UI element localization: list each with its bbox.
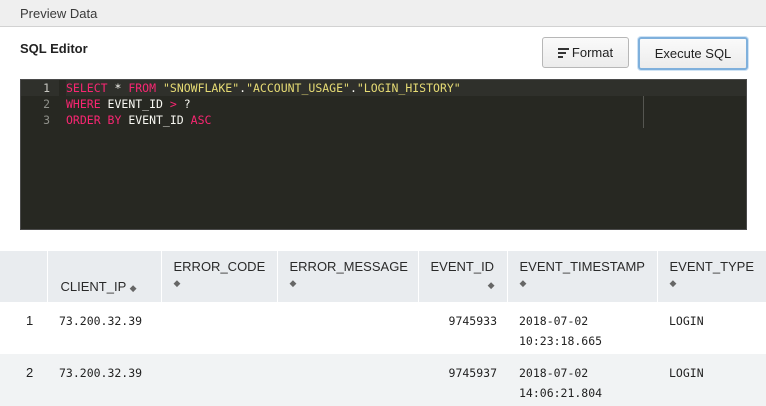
code-star: * bbox=[107, 81, 129, 95]
format-button-label: Format bbox=[571, 45, 614, 60]
operator-gt: > bbox=[169, 97, 177, 111]
sort-icon[interactable]: ◆ bbox=[670, 278, 677, 288]
timestamp-time: 10:23:18.665 bbox=[519, 334, 603, 348]
keyword-order-by: ORDER BY bbox=[66, 113, 122, 127]
code-param: ? bbox=[176, 97, 191, 111]
cell-error-message bbox=[277, 354, 418, 406]
format-button[interactable]: Format bbox=[542, 37, 629, 68]
code-line: ORDER BY EVENT_ID ASC bbox=[66, 112, 746, 128]
line-number-gutter: 1 2 3 bbox=[21, 80, 59, 229]
tab-preview-data[interactable]: Preview Data bbox=[0, 0, 766, 27]
cell-event-type: LOGIN bbox=[657, 354, 766, 406]
timestamp-date: 2018-07-02 bbox=[519, 314, 589, 328]
cell-client-ip: 73.200.32.39 bbox=[59, 314, 143, 328]
header-label: EVENT_TYPE bbox=[669, 259, 755, 274]
results-table: CLIENT_IP ◆ ERROR_CODE ◆ ERROR_MESSAGE ◆… bbox=[0, 251, 766, 406]
line-number: 2 bbox=[43, 97, 50, 111]
cell-event-type: LOGIN bbox=[669, 314, 704, 328]
string-table: "LOGIN_HISTORY" bbox=[356, 81, 461, 95]
tab-preview-data-label: Preview Data bbox=[20, 6, 98, 21]
header-error-code[interactable]: ERROR_CODE ◆ bbox=[161, 251, 278, 302]
header-event-id[interactable]: EVENT_ID ◆ bbox=[418, 251, 508, 302]
string-schema: "ACCOUNT_USAGE" bbox=[246, 81, 350, 95]
code-area[interactable]: SELECT * FROM "SNOWFLAKE"."ACCOUNT_USAGE… bbox=[66, 80, 746, 128]
header-label: EVENT_ID bbox=[430, 259, 495, 274]
row-number: 1 bbox=[26, 313, 34, 328]
code-column: EVENT_ID bbox=[100, 97, 170, 111]
cell-error-code bbox=[161, 302, 277, 354]
code-line: SELECT * FROM "SNOWFLAKE"."ACCOUNT_USAGE… bbox=[66, 80, 746, 96]
header-row-number bbox=[0, 251, 48, 302]
code-line: WHERE EVENT_ID > ? bbox=[66, 96, 746, 112]
execute-sql-label: Execute SQL bbox=[654, 46, 732, 61]
cell-error-message bbox=[277, 302, 418, 354]
header-event-type[interactable]: EVENT_TYPE ◆ bbox=[657, 251, 766, 302]
sort-icon[interactable]: ◆ bbox=[130, 283, 137, 293]
sort-icon[interactable]: ◆ bbox=[488, 280, 495, 291]
cell-error-code bbox=[161, 354, 277, 406]
code-column: EVENT_ID bbox=[121, 113, 191, 127]
header-client-ip[interactable]: CLIENT_IP ◆ bbox=[47, 251, 162, 302]
header-event-timestamp[interactable]: EVENT_TIMESTAMP ◆ bbox=[507, 251, 658, 302]
sort-icon[interactable]: ◆ bbox=[290, 278, 297, 288]
keyword-select: SELECT bbox=[66, 81, 108, 95]
header-row: CLIENT_IP ◆ ERROR_CODE ◆ ERROR_MESSAGE ◆… bbox=[0, 251, 766, 302]
header-error-message[interactable]: ERROR_MESSAGE ◆ bbox=[277, 251, 419, 302]
sort-icon[interactable]: ◆ bbox=[520, 278, 527, 288]
sql-editor-title: SQL Editor bbox=[20, 41, 88, 56]
row-number: 2 bbox=[0, 354, 47, 406]
keyword-asc: ASC bbox=[190, 113, 212, 127]
header-label: EVENT_TIMESTAMP bbox=[519, 259, 645, 274]
timestamp-date: 2018-07-02 bbox=[519, 366, 589, 380]
timestamp-time: 14:06:21.804 bbox=[519, 386, 603, 400]
execute-sql-button[interactable]: Execute SQL bbox=[638, 37, 748, 70]
keyword-from: FROM bbox=[128, 81, 157, 95]
header-label: ERROR_MESSAGE bbox=[289, 259, 408, 274]
line-number: 3 bbox=[43, 113, 50, 127]
sort-icon[interactable]: ◆ bbox=[174, 278, 181, 288]
sql-code-editor[interactable]: 1 2 3 SELECT * FROM "SNOWFLAKE"."ACCOUNT… bbox=[20, 79, 747, 230]
string-database: "SNOWFLAKE" bbox=[162, 81, 240, 95]
cell-event-id: 9745933 bbox=[448, 314, 497, 328]
header-label: ERROR_CODE bbox=[173, 259, 266, 274]
cell-event-timestamp: 2018-07-02 14:06:21.804 bbox=[507, 354, 657, 406]
header-label: CLIENT_IP bbox=[60, 279, 127, 294]
cell-event-id: 9745937 bbox=[418, 354, 507, 406]
table-row[interactable]: 1 73.200.32.39 9745933 2018-07-02 10:23:1… bbox=[0, 302, 766, 354]
code-dot: . bbox=[349, 81, 357, 95]
table-row[interactable]: 2 73.200.32.39 9745937 2018-07-02 14:06:2… bbox=[0, 354, 766, 406]
keyword-where: WHERE bbox=[66, 97, 101, 111]
align-left-icon bbox=[557, 48, 569, 58]
cell-event-timestamp: 2018-07-02 10:23:18.665 bbox=[507, 302, 657, 354]
line-number: 1 bbox=[21, 80, 59, 96]
cell-client-ip: 73.200.32.39 bbox=[47, 354, 161, 406]
